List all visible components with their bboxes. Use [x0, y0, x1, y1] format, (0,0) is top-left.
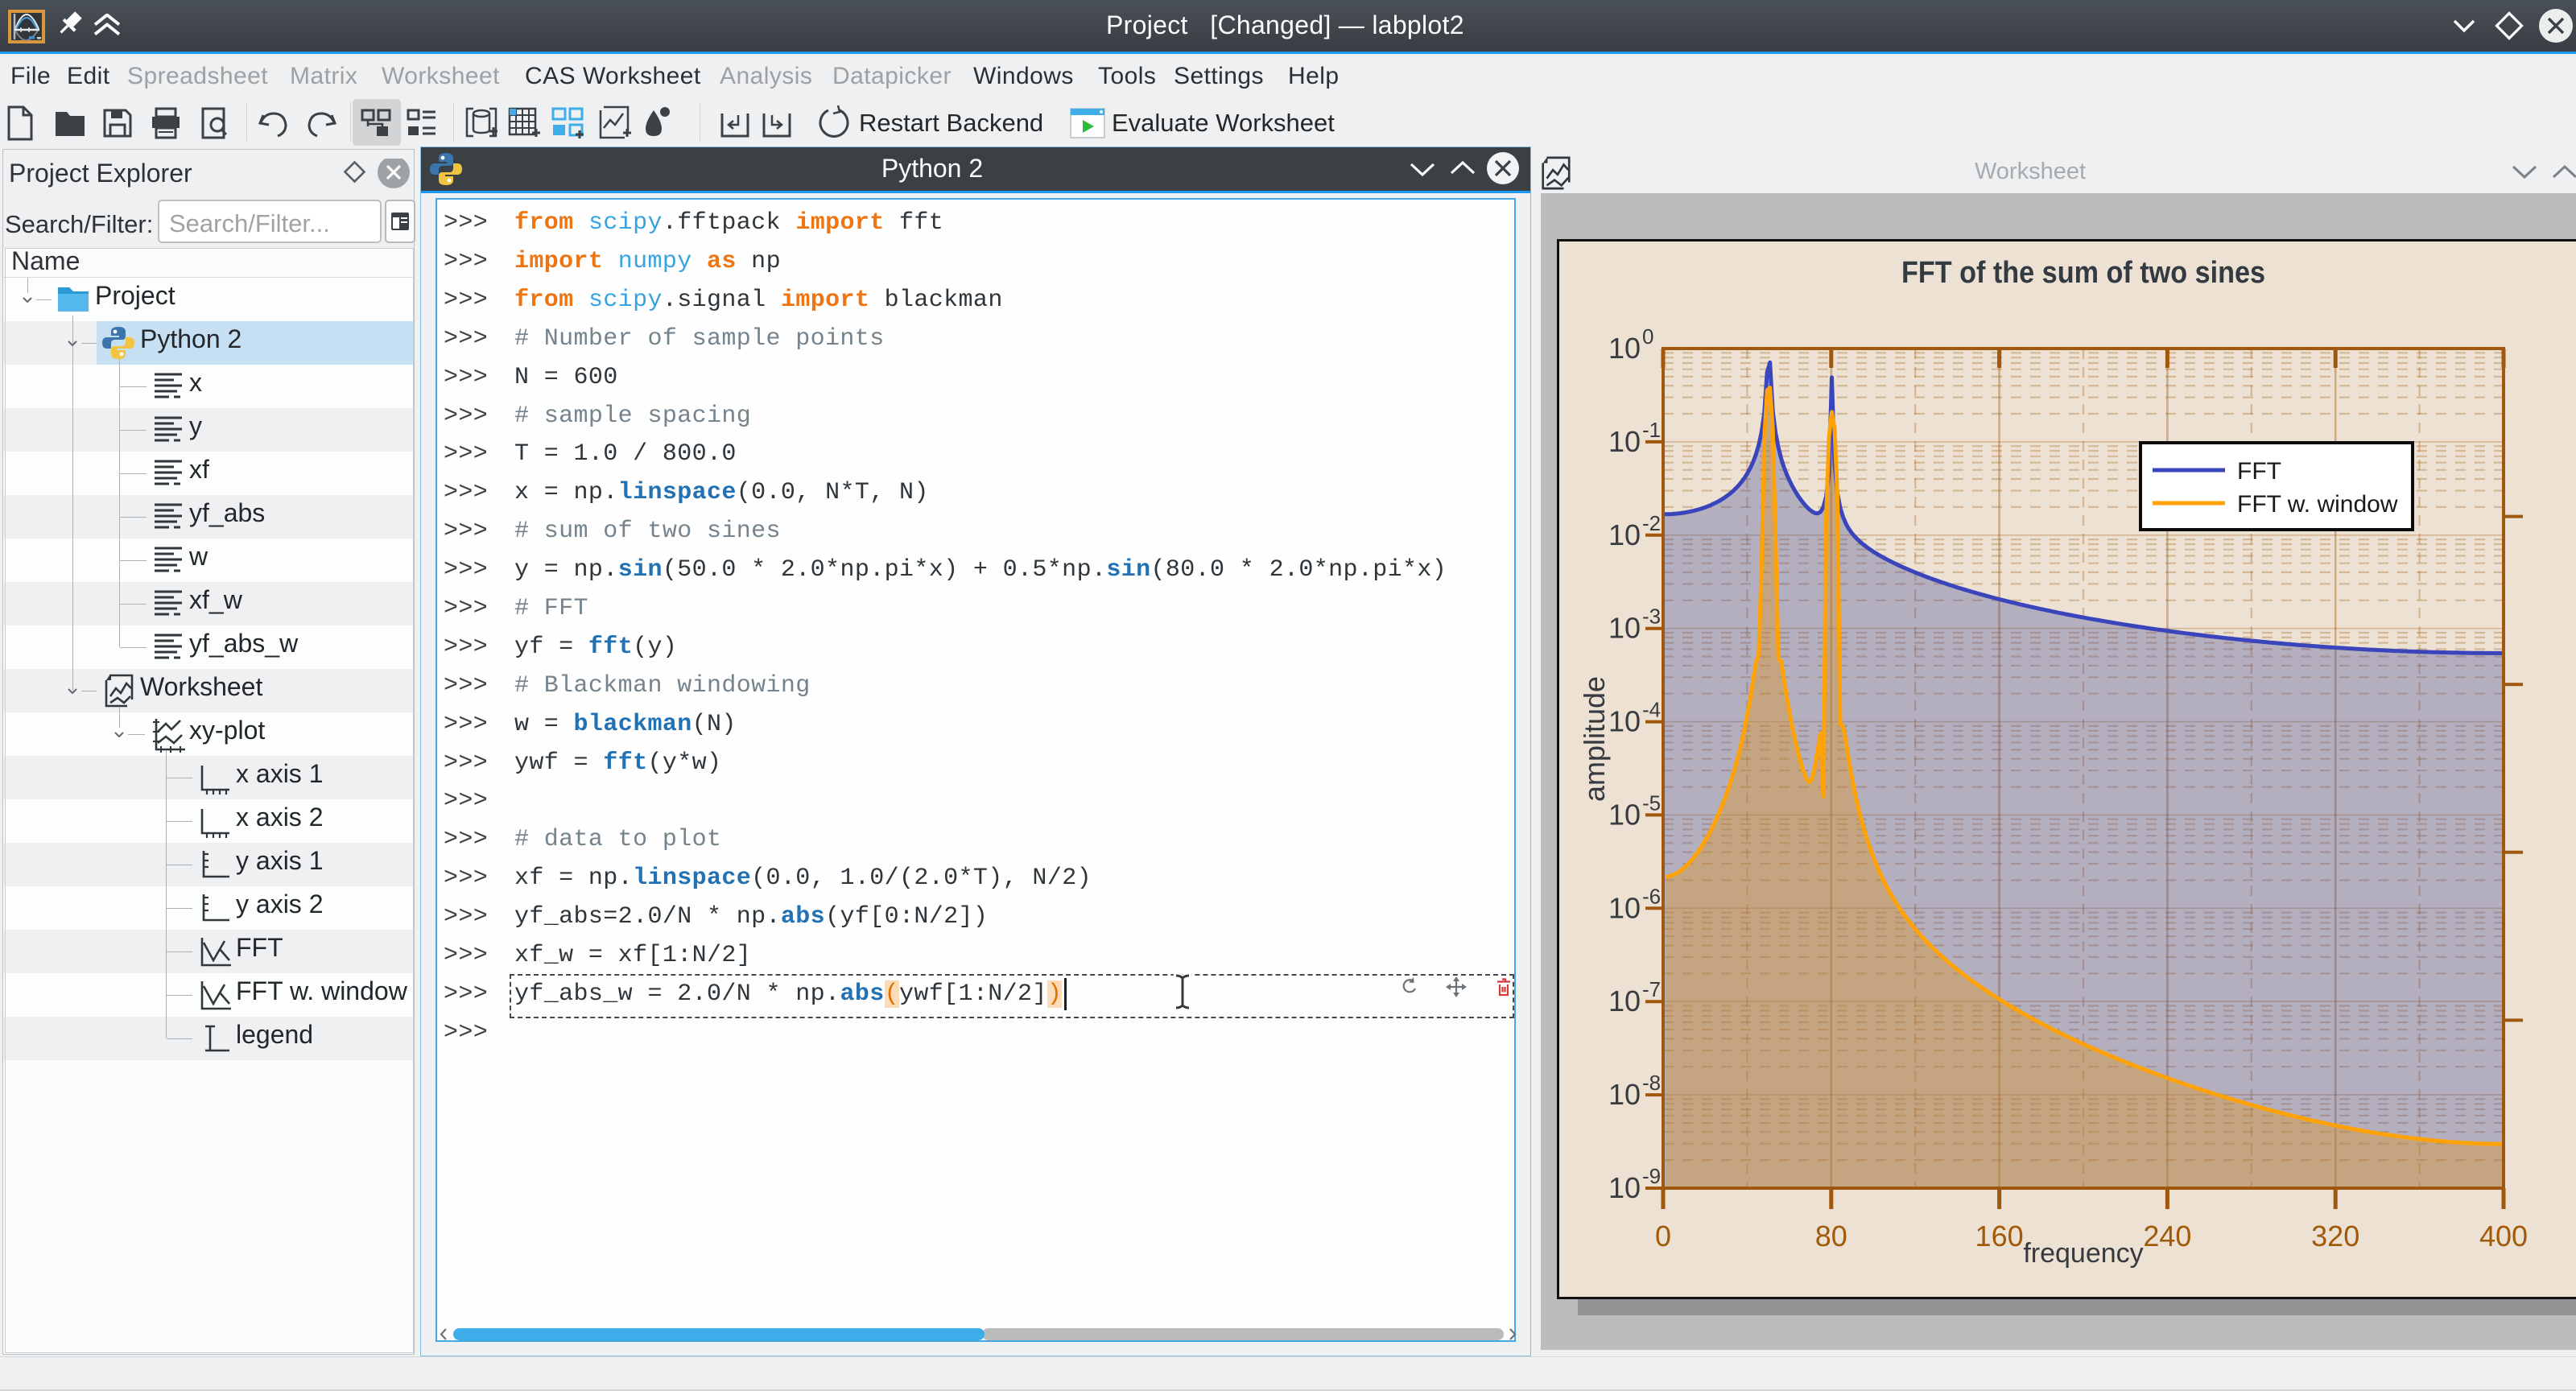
svg-text:10: 10 [1608, 425, 1641, 458]
svg-text:-2: -2 [1642, 511, 1661, 535]
svg-text:-1: -1 [1642, 418, 1661, 442]
svg-text:FFT w. window: FFT w. window [2237, 491, 2398, 518]
svg-text:400: 400 [2479, 1220, 2528, 1253]
svg-text:10: 10 [1608, 1078, 1641, 1111]
svg-text:-7: -7 [1642, 977, 1661, 1001]
svg-text:10: 10 [1608, 518, 1641, 551]
svg-text:0: 0 [1655, 1220, 1671, 1253]
svg-text:-5: -5 [1642, 790, 1661, 815]
svg-text:80: 80 [1815, 1220, 1847, 1253]
svg-text:FFT: FFT [2237, 458, 2281, 485]
svg-text:10: 10 [1608, 612, 1641, 645]
svg-text:-9: -9 [1642, 1164, 1661, 1188]
svg-text:FFT of the sum of two sines: FFT of the sum of two sines [1901, 256, 2265, 290]
svg-text:frequency: frequency [2023, 1238, 2143, 1269]
svg-text:-8: -8 [1642, 1071, 1661, 1095]
svg-text:-6: -6 [1642, 884, 1661, 908]
svg-text:320: 320 [2311, 1220, 2359, 1253]
svg-text:amplitude: amplitude [1578, 676, 1611, 802]
svg-text:-4: -4 [1642, 698, 1661, 722]
svg-text:10: 10 [1608, 798, 1641, 831]
svg-text:10: 10 [1608, 891, 1641, 924]
svg-text:0: 0 [1642, 324, 1653, 349]
svg-text:160: 160 [1975, 1220, 2024, 1253]
svg-text:10: 10 [1608, 1171, 1641, 1204]
svg-text:10: 10 [1608, 705, 1641, 738]
svg-text:-3: -3 [1642, 605, 1661, 629]
svg-text:10: 10 [1608, 332, 1641, 365]
svg-text:10: 10 [1608, 984, 1641, 1017]
svg-text:240: 240 [2143, 1220, 2191, 1253]
